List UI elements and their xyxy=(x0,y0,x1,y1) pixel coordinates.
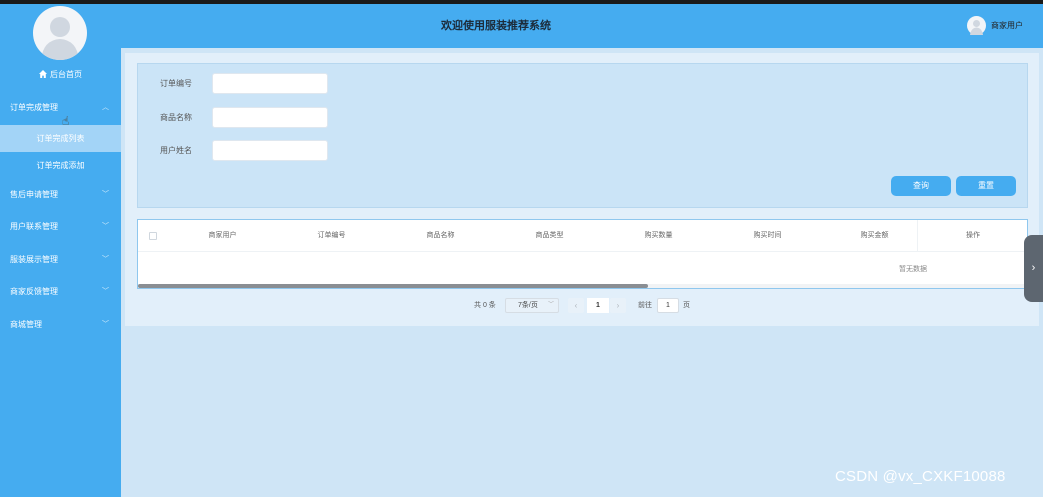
empty-state-text: 暂无数据 xyxy=(899,266,927,273)
search-panel: 订单编号 商品名称 用户姓名 查询 重置 xyxy=(137,63,1028,208)
goto-label: 前往 xyxy=(638,302,652,309)
select-all-checkbox[interactable] xyxy=(149,232,157,240)
page-title: 欢迎使用服装推荐系统 xyxy=(441,20,551,32)
sidebar: 后台首页 订单完成管理 ︿ 订单完成列表 订单完成添加 售后申请管理 ﹀ 用户联… xyxy=(0,4,121,497)
page-size-value: 7条/页 xyxy=(518,302,538,309)
column-header: 商家用户 xyxy=(208,232,237,239)
product-name-label: 商品名称 xyxy=(160,113,192,122)
sidebar-item-merchant-feedback[interactable]: 商家反馈管理 ﹀ xyxy=(0,276,121,309)
sidebar-item-aftersale[interactable]: 售后申请管理 ﹀ xyxy=(0,179,121,212)
sidebar-item-label: 售后申请管理 xyxy=(10,189,58,199)
user-name-input[interactable] xyxy=(212,140,328,161)
chevron-down-icon: ﹀ xyxy=(102,255,109,263)
submenu-item-label: 订单完成列表 xyxy=(36,133,85,143)
home-icon xyxy=(39,70,47,80)
user-name-label: 用户姓名 xyxy=(160,146,192,155)
submenu-item-order-complete-list[interactable]: 订单完成列表 xyxy=(0,124,121,152)
sidebar-item-user-contact[interactable]: 用户联系管理 ﹀ xyxy=(0,211,121,244)
sidebar-item-label: 订单完成管理 xyxy=(10,103,58,112)
sidebar-menu: 订单完成管理 ︿ 订单完成列表 订单完成添加 售后申请管理 ﹀ 用户联系管理 ﹀… xyxy=(0,92,121,341)
column-header: 商品类型 xyxy=(535,232,564,239)
submenu-item-label: 订单完成添加 xyxy=(36,160,85,170)
prev-page-button[interactable]: ‹ xyxy=(568,298,584,313)
reset-button[interactable]: 重置 xyxy=(956,176,1016,196)
user-name[interactable]: 商家用户 xyxy=(991,4,1023,48)
next-page-button[interactable]: › xyxy=(610,298,626,313)
column-header: 订单编号 xyxy=(317,232,346,239)
sidebar-item-label: 服装展示管理 xyxy=(10,254,58,264)
sidebar-item-clothing-display[interactable]: 服装展示管理 ﹀ xyxy=(0,244,121,277)
top-header: 欢迎使用服装推荐系统 商家用户 xyxy=(121,4,1043,48)
sidebar-item-label: 商家反馈管理 xyxy=(10,287,58,296)
sidebar-item-label: 商城管理 xyxy=(10,319,42,329)
home-link[interactable]: 后台首页 xyxy=(0,69,121,80)
order-no-label: 订单编号 xyxy=(160,79,192,88)
chevron-down-icon: ﹀ xyxy=(102,320,109,328)
page-number-current[interactable]: 1 xyxy=(587,298,609,313)
sidebar-item-order-complete[interactable]: 订单完成管理 ︿ xyxy=(0,92,121,125)
column-header: 购买金额 xyxy=(860,232,889,239)
column-header: 购买时间 xyxy=(753,232,782,239)
goto-page-input[interactable]: 1 xyxy=(657,298,679,313)
submenu-item-order-complete-add[interactable]: 订单完成添加 xyxy=(0,152,121,179)
page-size-select[interactable]: 7条/页 ﹀ xyxy=(505,298,559,313)
table-header: 商家用户 订单编号 商品名称 商品类型 购买数量 购买时间 购买金额 操作 xyxy=(138,220,1027,252)
user-silhouette-icon xyxy=(41,17,79,60)
sidebar-item-label: 用户联系管理 xyxy=(10,222,58,231)
total-count: 共 0 条 xyxy=(474,302,496,309)
chevron-down-icon: ﹀ xyxy=(102,288,109,295)
chevron-up-icon: ︿ xyxy=(102,104,109,111)
watermark: CSDN @vx_CXKF10088 xyxy=(835,468,1006,485)
page-unit-label: 页 xyxy=(683,302,690,309)
avatar[interactable] xyxy=(33,6,87,60)
data-table: 商家用户 订单编号 商品名称 商品类型 购买数量 购买时间 购买金额 操作 暂无… xyxy=(137,219,1028,289)
chevron-down-icon: ﹀ xyxy=(547,302,554,308)
chevron-down-icon: ﹀ xyxy=(102,223,109,230)
order-no-input[interactable] xyxy=(212,73,328,94)
column-header: 购买数量 xyxy=(644,232,673,239)
user-silhouette-icon xyxy=(970,20,983,35)
column-header: 操作 xyxy=(966,232,980,239)
product-name-input[interactable] xyxy=(212,107,328,128)
horizontal-scrollbar-thumb[interactable] xyxy=(138,284,648,288)
column-header: 商品名称 xyxy=(426,232,455,239)
chevron-right-icon[interactable]: › xyxy=(1024,235,1043,302)
operation-column: 操作 xyxy=(917,220,1027,252)
hand-cursor-icon: ☝ xyxy=(62,114,70,128)
query-button[interactable]: 查询 xyxy=(891,176,951,196)
user-avatar[interactable] xyxy=(967,16,986,35)
chevron-down-icon: ﹀ xyxy=(102,190,109,198)
home-link-label: 后台首页 xyxy=(50,70,82,79)
sidebar-item-mall[interactable]: 商城管理 ﹀ xyxy=(0,309,121,342)
